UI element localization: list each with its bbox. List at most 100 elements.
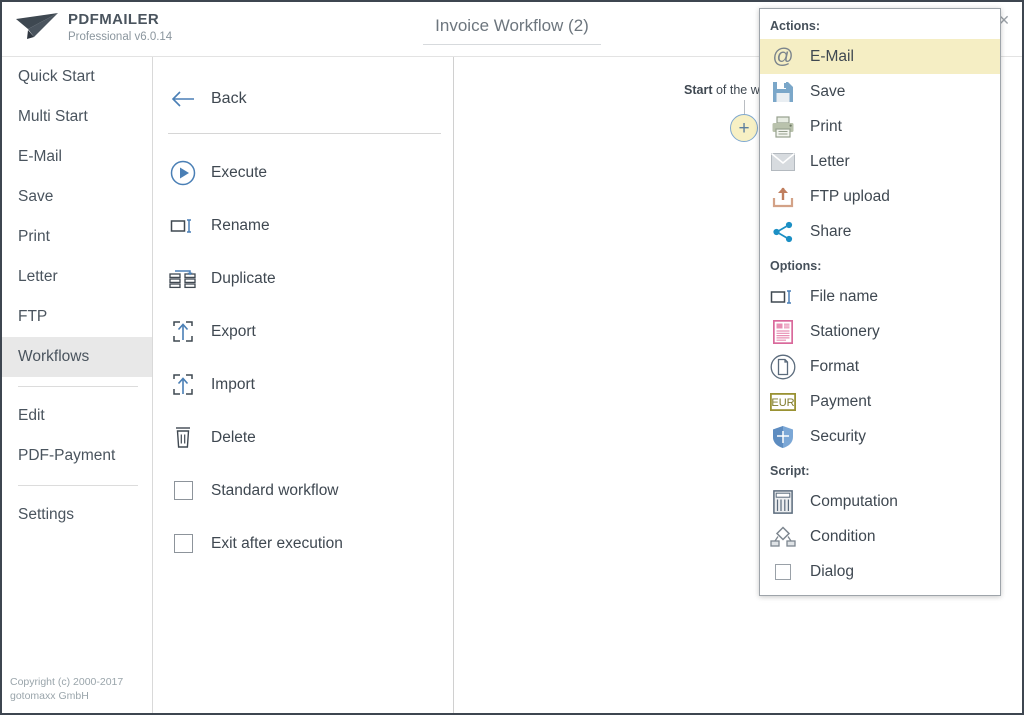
dialog-icon bbox=[770, 559, 796, 585]
workflow-actions-panel: Back Execute Rename Duplicate Export Import… bbox=[153, 57, 454, 713]
copyright: Copyright (c) 2000-2017 gotomaxx GmbH bbox=[10, 675, 123, 703]
action-label: Duplicate bbox=[211, 269, 276, 287]
menu-item-label: File name bbox=[810, 287, 879, 305]
stationery-icon bbox=[770, 319, 796, 345]
sidebar-item-print[interactable]: Print bbox=[2, 217, 152, 257]
menu-item-label: Security bbox=[810, 427, 866, 445]
menu-item-dialog[interactable]: Dialog bbox=[760, 554, 1000, 589]
menu-item-label: Condition bbox=[810, 527, 876, 545]
printer-icon bbox=[770, 114, 796, 140]
menu-item-computation[interactable]: Computation bbox=[760, 484, 1000, 519]
checkbox-icon[interactable] bbox=[168, 529, 198, 559]
panel-action-list: Execute Rename Duplicate Export Import Delet… bbox=[153, 146, 453, 464]
menu-item-ftp-upload[interactable]: FTP upload bbox=[760, 179, 1000, 214]
copyright-line-1: Copyright (c) 2000-2017 bbox=[10, 676, 124, 688]
sidebar-item-multi-start[interactable]: Multi Start bbox=[2, 97, 152, 137]
condition-icon bbox=[770, 524, 796, 550]
sidebar-item-save[interactable]: Save bbox=[2, 177, 152, 217]
menu-item-label: Computation bbox=[810, 492, 898, 510]
back-button[interactable]: Back bbox=[153, 79, 453, 119]
sidebar-item-quick-start[interactable]: Quick Start bbox=[2, 57, 152, 97]
menu-item-label: FTP upload bbox=[810, 187, 890, 205]
rename-icon bbox=[770, 284, 796, 310]
sidebar-item-e-mail[interactable]: E-Mail bbox=[2, 137, 152, 177]
menu-item-payment[interactable]: EUR Payment bbox=[760, 384, 1000, 419]
menu-item-label: Print bbox=[810, 117, 842, 135]
action-label: Export bbox=[211, 322, 256, 340]
add-node-icon[interactable]: + bbox=[730, 114, 758, 142]
arrow-left-icon bbox=[168, 84, 198, 114]
sidebar-item-ftp[interactable]: FTP bbox=[2, 297, 152, 337]
menu-item-share[interactable]: Share bbox=[760, 214, 1000, 249]
duplicate-icon bbox=[168, 264, 198, 294]
menu-item-save[interactable]: Save bbox=[760, 74, 1000, 109]
export-icon bbox=[168, 317, 198, 347]
sidebar-item-label: PDF-Payment bbox=[18, 447, 116, 464]
menu-item-file-name[interactable]: File name bbox=[760, 279, 1000, 314]
envelope-icon bbox=[770, 149, 796, 175]
sidebar-item-settings[interactable]: Settings bbox=[2, 495, 152, 535]
brand-subtitle: Professional v6.0.14 bbox=[68, 31, 173, 43]
checkbox-row-exit-after-execution[interactable]: Exit after execution bbox=[153, 517, 453, 570]
trash-icon bbox=[168, 423, 198, 453]
sidebar-item-label: Edit bbox=[18, 407, 45, 424]
sidebar-item-label: Quick Start bbox=[18, 68, 95, 85]
menu-item-stationery[interactable]: Stationery bbox=[760, 314, 1000, 349]
sidebar-item-label: E-Mail bbox=[18, 148, 62, 165]
back-label: Back bbox=[211, 90, 247, 107]
menu-item-print[interactable]: Print bbox=[760, 109, 1000, 144]
menu-item-label: Stationery bbox=[810, 322, 880, 340]
menu-item-label: Dialog bbox=[810, 562, 854, 580]
sidebar-nav: Quick Start Multi Start E-Mail Save Print Let… bbox=[2, 57, 152, 535]
export-button[interactable]: Export bbox=[153, 305, 453, 358]
eur-icon: EUR bbox=[770, 389, 796, 415]
action-label: Rename bbox=[211, 216, 270, 234]
menu-item-label: Save bbox=[810, 82, 846, 100]
execute-button[interactable]: Execute bbox=[153, 146, 453, 199]
sidebar-item-workflows[interactable]: Workflows bbox=[2, 337, 152, 377]
start-node-label: Start of the w bbox=[684, 83, 760, 97]
rename-button[interactable]: Rename bbox=[153, 199, 453, 252]
checkbox-label: Exit after execution bbox=[211, 534, 343, 552]
page-circle-icon bbox=[770, 354, 796, 380]
sidebar-divider bbox=[18, 386, 138, 387]
shield-icon bbox=[770, 424, 796, 450]
play-circle-icon bbox=[168, 158, 198, 188]
checkbox-row-standard-workflow[interactable]: Standard workflow bbox=[153, 464, 453, 517]
context-menu-group-title: Actions: bbox=[770, 19, 820, 33]
brand-name: PDFMAILER bbox=[68, 11, 160, 28]
sidebar-item-letter[interactable]: Letter bbox=[2, 257, 152, 297]
menu-item-letter[interactable]: Letter bbox=[760, 144, 1000, 179]
duplicate-button[interactable]: Duplicate bbox=[153, 252, 453, 305]
menu-item-condition[interactable]: Condition bbox=[760, 519, 1000, 554]
import-icon bbox=[168, 370, 198, 400]
context-menu[interactable]: Actions: @ E-Mail Save Print Letter FTP upload… bbox=[759, 8, 1001, 596]
paper-plane-icon bbox=[16, 13, 58, 39]
sidebar-item-label: Workflows bbox=[18, 348, 90, 365]
menu-item-format[interactable]: Format bbox=[760, 349, 1000, 384]
action-label: Execute bbox=[211, 163, 268, 181]
menu-item-e-mail[interactable]: @ E-Mail bbox=[760, 39, 1000, 74]
sidebar-item-label: FTP bbox=[18, 308, 48, 325]
share-icon bbox=[770, 219, 796, 245]
at-icon: @ bbox=[772, 45, 794, 68]
calculator-icon bbox=[770, 489, 796, 515]
menu-item-security[interactable]: Security bbox=[760, 419, 1000, 454]
svg-text:EUR: EUR bbox=[771, 397, 794, 409]
start-node-label-rest: of the w bbox=[712, 83, 760, 97]
rename-icon bbox=[168, 211, 198, 241]
menu-item-label: Payment bbox=[810, 392, 872, 410]
action-label: Delete bbox=[211, 428, 256, 446]
page-title[interactable]: Invoice Workflow (2) bbox=[423, 16, 601, 45]
checkbox-label: Standard workflow bbox=[211, 481, 339, 499]
panel-divider bbox=[168, 133, 441, 134]
checkbox-icon[interactable] bbox=[168, 476, 198, 506]
sidebar-item-pdf-payment[interactable]: PDF-Payment bbox=[2, 436, 152, 476]
delete-button[interactable]: Delete bbox=[153, 411, 453, 464]
import-button[interactable]: Import bbox=[153, 358, 453, 411]
menu-item-label: E-Mail bbox=[810, 47, 854, 65]
sidebar-item-label: Multi Start bbox=[18, 108, 88, 125]
menu-item-label: Format bbox=[810, 357, 860, 375]
brand: PDFMAILER Professional v6.0.14 bbox=[14, 9, 172, 45]
sidebar-item-edit[interactable]: Edit bbox=[2, 396, 152, 436]
